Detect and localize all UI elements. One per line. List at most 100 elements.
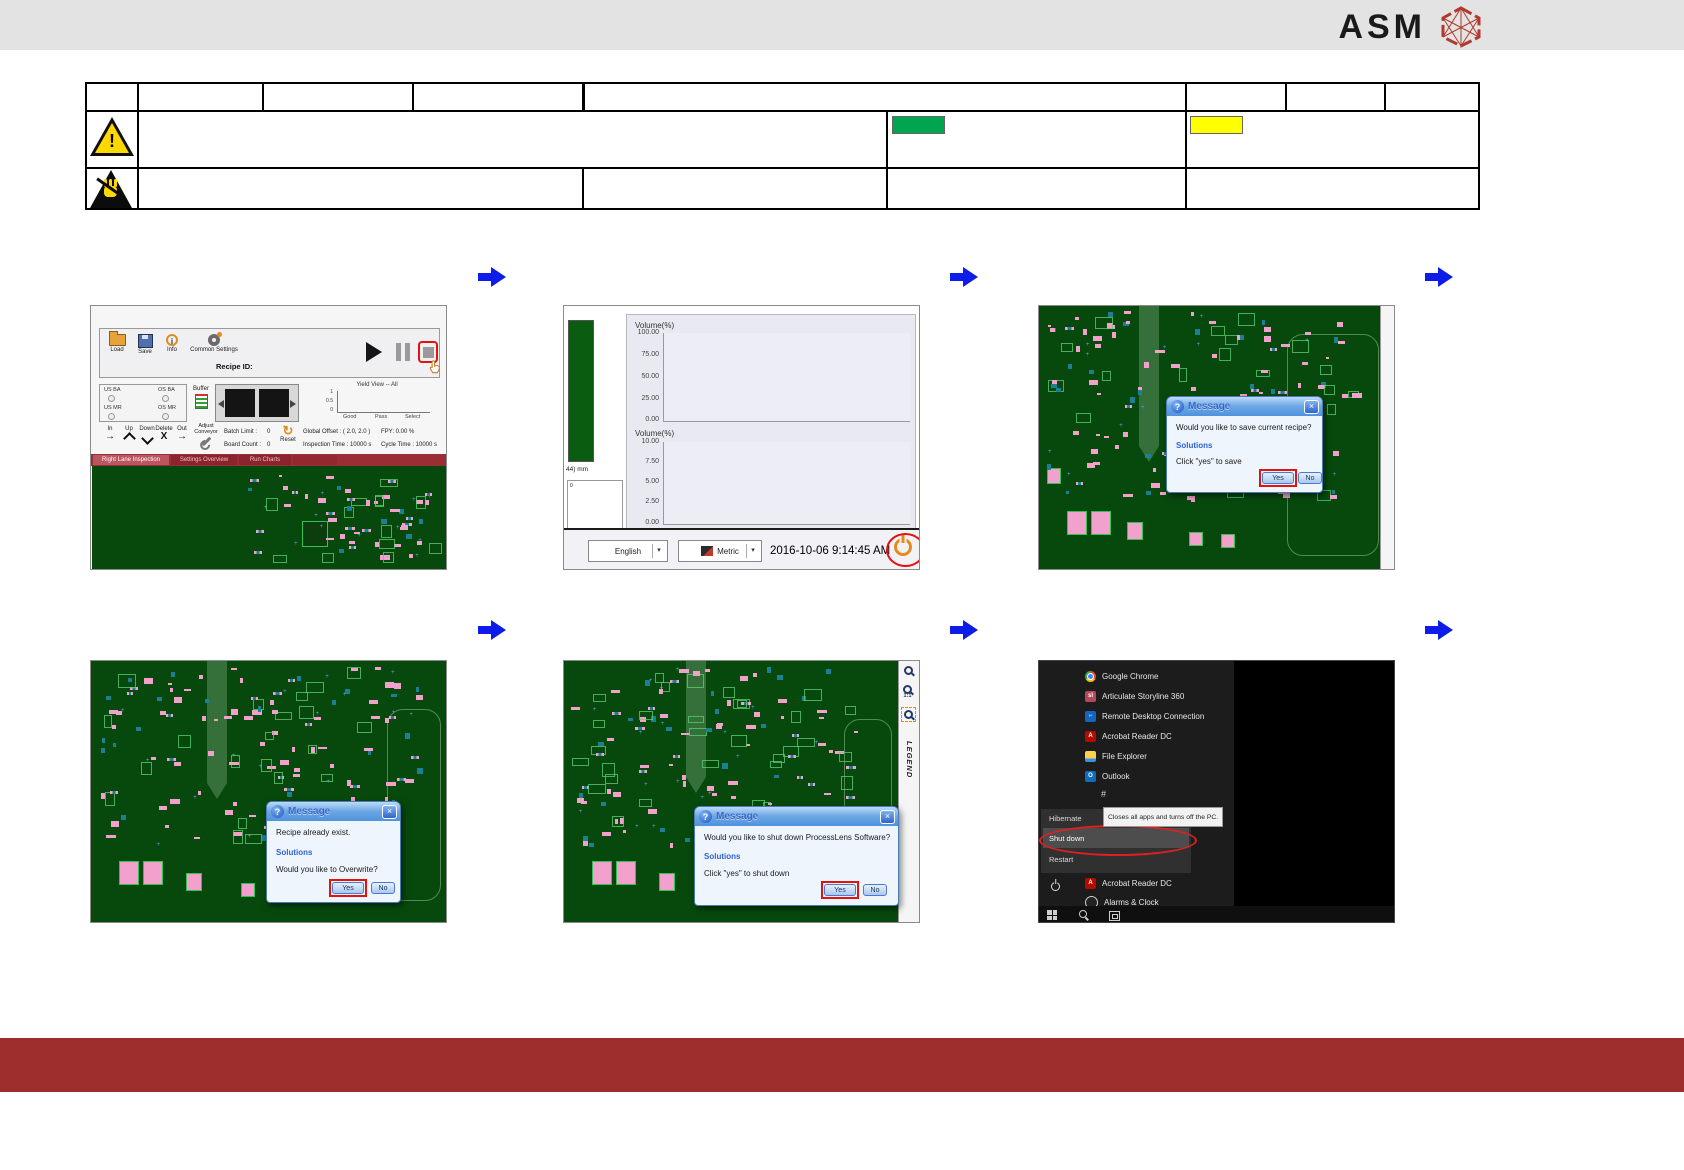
buffer-control[interactable]: Buffer: [190, 386, 212, 409]
dialog-titlebar[interactable]: ? Message: [695, 807, 898, 826]
dialog-titlebar[interactable]: ? Message: [1167, 397, 1322, 416]
close-icon[interactable]: ×: [880, 810, 895, 824]
pcb-outline: [588, 784, 606, 793]
app-item-rdc[interactable]: ⌐ Remote Desktop Connection: [1085, 709, 1204, 723]
table-line: [886, 110, 888, 167]
power-rail-button[interactable]: [1051, 882, 1060, 891]
app-item-chrome[interactable]: Google Chrome: [1085, 669, 1158, 683]
info-button[interactable]: i Info: [160, 334, 184, 354]
board-out-button[interactable]: Out →: [173, 426, 191, 442]
yes-button[interactable]: Yes: [1262, 472, 1294, 484]
language-select[interactable]: English ▾: [588, 540, 668, 562]
play-button[interactable]: [366, 342, 382, 362]
board-up-button[interactable]: Up: [120, 426, 138, 443]
pcb-resistor: [305, 723, 312, 726]
pcb-chip: [1334, 337, 1338, 342]
pcb-pad: [314, 717, 321, 719]
taskbar-search-button[interactable]: [1079, 910, 1087, 918]
zoom-select-tool-active[interactable]: [901, 707, 916, 722]
close-icon[interactable]: ×: [382, 805, 397, 819]
pcb-chip: [601, 802, 606, 806]
os-ba-label: OS BA: [158, 387, 175, 393]
conveyor-left-arrow-icon[interactable]: [218, 400, 224, 408]
app-item-file-explorer[interactable]: File Explorer: [1085, 749, 1147, 763]
pcb-chip: [406, 534, 412, 539]
close-icon[interactable]: ×: [1304, 400, 1319, 414]
app-item-acrobat[interactable]: A Acrobat Reader DC: [1085, 729, 1172, 743]
pcb-resistor: [110, 791, 118, 794]
dialog-message: Would you like to save current recipe?: [1176, 423, 1311, 432]
yield-ytick: 0.5: [321, 398, 333, 404]
out-arrow-icon: →: [173, 432, 191, 442]
pcb-outline: [687, 674, 704, 688]
pcb-resistor: [284, 788, 293, 791]
no-button[interactable]: No: [371, 882, 395, 894]
pcb-pad: [328, 518, 336, 521]
pcb-pad: [829, 750, 832, 753]
page: ASM !: [0, 0, 1684, 1170]
right-scroll-strip[interactable]: [1380, 306, 1395, 570]
board-delete-button[interactable]: Delete X: [155, 426, 173, 442]
app-item-outlook[interactable]: O Outlook: [1085, 769, 1130, 783]
pcb-resistor: [273, 692, 282, 695]
zoom-out-button[interactable]: [904, 666, 913, 675]
us-ba-indicator: [108, 395, 115, 402]
task-view-button[interactable]: [1109, 911, 1120, 921]
reset-button[interactable]: ↻ Reset: [277, 425, 299, 443]
no-button[interactable]: No: [1298, 472, 1322, 484]
pcb-pad: [1264, 336, 1272, 342]
tab-run-charts[interactable]: Run Charts: [239, 455, 291, 465]
step-arrow-icon: [950, 619, 978, 641]
step-arrow-icon: [478, 619, 506, 641]
table-line: [137, 110, 139, 167]
pcb-pad: [768, 803, 772, 805]
pcb-chip: [121, 815, 127, 820]
pcb-resistor: [1278, 391, 1287, 394]
pcb-plus-mark: +: [676, 779, 680, 785]
table-line: [412, 84, 414, 110]
pcb-outline: [1102, 371, 1111, 381]
pcb-pad: [229, 762, 238, 765]
app-item-acrobat-2[interactable]: A Acrobat Reader DC: [1085, 876, 1172, 890]
menu-item-restart[interactable]: Restart: [1049, 855, 1073, 864]
windows-start-button[interactable]: [1047, 910, 1057, 920]
down-chevron-icon: [141, 432, 154, 445]
shutdown-tooltip: Closes all apps and turns off the PC.: [1103, 807, 1223, 827]
conveyor-right-arrow-icon[interactable]: [290, 400, 296, 408]
section-header[interactable]: #: [1101, 789, 1106, 799]
question-icon: ?: [271, 805, 284, 818]
yes-button[interactable]: Yes: [824, 884, 856, 896]
stop-button[interactable]: [423, 347, 434, 358]
pcb-pad: [144, 678, 153, 684]
pcb-pad: [202, 716, 207, 721]
zoom-1-1-button[interactable]: 1:1: [903, 685, 912, 699]
common-settings-button[interactable]: Common Settings: [188, 334, 240, 354]
pcb-pad: [168, 683, 172, 685]
dialog-titlebar[interactable]: ? Message: [267, 802, 400, 821]
cycle-time-value: Cycle Time : 10000 s: [381, 442, 437, 448]
save-button[interactable]: Save: [132, 334, 158, 356]
asm-hexagon-icon: [1438, 6, 1484, 48]
load-button[interactable]: Load: [104, 334, 130, 354]
pcb-component: [1127, 522, 1143, 540]
adjust-conveyor-button[interactable]: Adjust Conveyor: [191, 423, 221, 443]
tab-settings-overview[interactable]: Settings Overview: [171, 455, 237, 465]
tab-right-lane-inspection[interactable]: Right Lane Inspection: [93, 455, 169, 465]
board-down-button[interactable]: Down: [138, 426, 156, 443]
menu-item-hibernate[interactable]: Hibernate: [1049, 814, 1082, 823]
units-select[interactable]: Metric ▾: [678, 540, 762, 562]
no-button[interactable]: No: [863, 884, 887, 896]
up-chevron-icon: [123, 432, 136, 445]
pcb-pad: [318, 747, 327, 749]
board-in-button[interactable]: In →: [101, 426, 119, 442]
pcb-pad: [294, 768, 300, 772]
yes-button[interactable]: Yes: [332, 882, 364, 894]
power-icon: [1051, 882, 1060, 891]
app-item-storyline[interactable]: sl Articulate Storyline 360: [1085, 689, 1184, 703]
pcb-component: [119, 861, 139, 885]
pcb-component: [659, 873, 675, 891]
volume-tick: 100.00: [629, 329, 659, 336]
board-count-value: 0: [267, 442, 270, 448]
pause-button[interactable]: [396, 343, 410, 361]
pcb-pad: [270, 700, 274, 705]
